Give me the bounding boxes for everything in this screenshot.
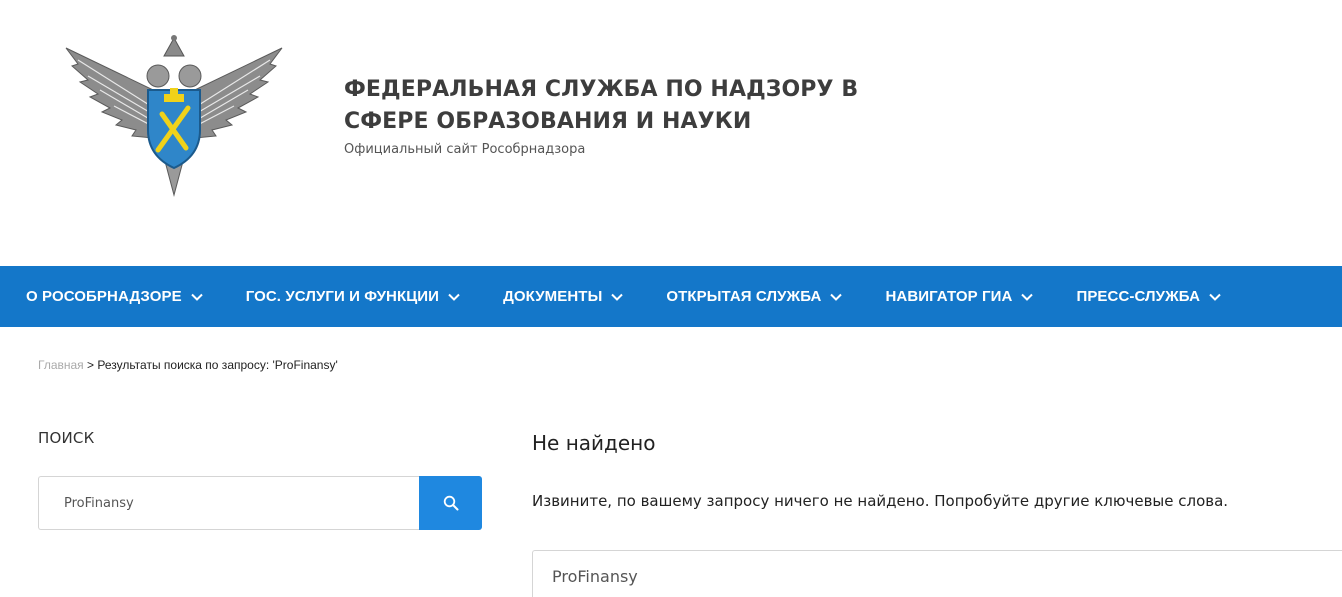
main-search-input[interactable] — [532, 550, 1342, 597]
nav-item-gia-navigator[interactable]: НАВИГАТОР ГИА — [885, 288, 1034, 305]
chevron-down-icon — [611, 293, 624, 301]
chevron-down-icon — [1021, 293, 1034, 301]
nav-item-label: ПРЕСС-СЛУЖБА — [1076, 288, 1201, 305]
no-results-message: Извините, по вашему запросу ничего не на… — [532, 492, 1229, 510]
sidebar-search-button[interactable] — [419, 476, 482, 530]
nav-item-label: ГОС. УСЛУГИ И ФУНКЦИИ — [245, 288, 440, 305]
breadcrumb-current: Результаты поиска по запросу: 'ProFinans… — [97, 358, 338, 372]
results-heading: Не найдено — [532, 431, 656, 455]
chevron-down-icon — [830, 293, 843, 301]
chevron-down-icon — [1209, 293, 1221, 301]
nav-item-documents[interactable]: ДОКУМЕНТЫ — [503, 288, 624, 305]
site-title: ФЕДЕРАЛЬНАЯ СЛУЖБА ПО НАДЗОРУ В СФЕРЕ ОБ… — [344, 77, 859, 134]
page: ФЕДЕРАЛЬНАЯ СЛУЖБА ПО НАДЗОРУ В СФЕРЕ ОБ… — [0, 0, 1342, 597]
nav-item-services[interactable]: ГОС. УСЛУГИ И ФУНКЦИИ — [246, 288, 461, 305]
nav-item-label: О РОСОБРНАДЗОРЕ — [26, 288, 182, 305]
chevron-down-icon — [448, 293, 460, 301]
nav-item-press-service[interactable]: ПРЕСС-СЛУЖБА — [1076, 288, 1222, 305]
breadcrumb-home-link[interactable]: Главная — [38, 358, 84, 372]
nav-item-label: ОТКРЫТАЯ СЛУЖБА — [666, 288, 822, 305]
sidebar-search-heading: ПОИСК — [38, 429, 95, 447]
emblem-logo-icon[interactable] — [58, 30, 290, 200]
nav-item-open-service[interactable]: ОТКРЫТАЯ СЛУЖБА — [666, 288, 843, 305]
site-subtitle: Официальный сайт Рособрнадзора — [344, 142, 586, 157]
main-navigation: О РОСОБРНАДЗОРЕ ГОС. УСЛУГИ И ФУНКЦИИ ДО… — [0, 266, 1342, 327]
breadcrumb: Главная > Результаты поиска по запросу: … — [38, 358, 338, 372]
nav-item-about[interactable]: О РОСОБРНАДЗОРЕ — [26, 288, 204, 305]
chevron-down-icon — [190, 293, 203, 301]
nav-item-label: ДОКУМЕНТЫ — [503, 288, 603, 305]
sidebar-search-form — [38, 476, 482, 530]
nav-item-label: НАВИГАТОР ГИА — [885, 288, 1013, 305]
sidebar-search-input[interactable] — [38, 476, 419, 530]
breadcrumb-separator: > — [83, 358, 98, 372]
search-icon — [443, 495, 458, 511]
